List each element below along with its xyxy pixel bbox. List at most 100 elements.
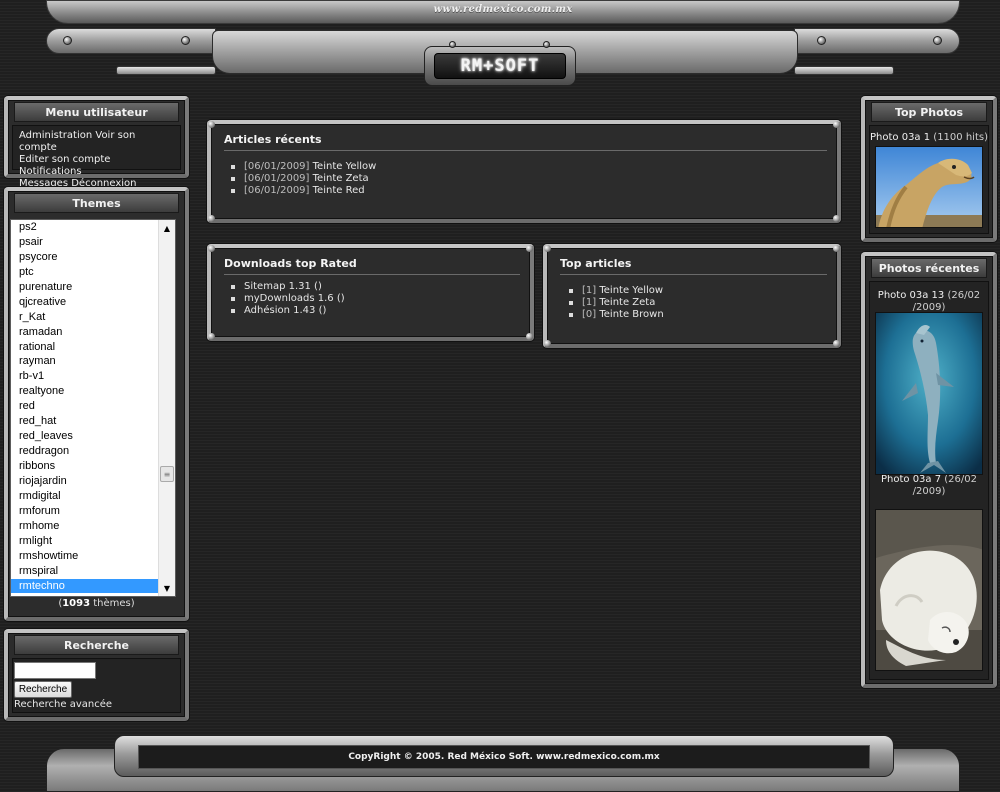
themes-select[interactable]: r_s_ps2psairpsycoreptcpurenatureqjcreati… (10, 219, 176, 597)
photo-name[interactable]: Photo 03a 1 (870, 132, 930, 143)
theme-option[interactable]: rmforum (11, 504, 160, 519)
dolphin-image (876, 313, 982, 474)
recent-photos-title: Photos récentes (871, 258, 987, 278)
theme-option[interactable]: ribbons (11, 459, 160, 474)
theme-option[interactable]: r_Kat (11, 310, 160, 325)
photo-name[interactable]: Photo 03a 13 (878, 290, 944, 301)
photo-caption[interactable]: Photo 03a 1 (1100 hits) (870, 132, 988, 144)
themes-count-value: 1093 (62, 598, 91, 609)
theme-option[interactable]: purenature (11, 280, 160, 295)
downloads-title: Downloads top Rated (224, 257, 357, 270)
camel-photo[interactable] (875, 146, 983, 228)
theme-option[interactable]: rmdigital (11, 489, 160, 504)
theme-option[interactable]: ps2 (11, 220, 160, 235)
theme-option[interactable]: psycore (11, 250, 160, 265)
themes-title: Themes (14, 193, 179, 213)
article-date: [06/01/2009] (244, 185, 310, 196)
theme-option[interactable]: red (11, 399, 160, 414)
rivet-icon (449, 41, 456, 48)
rivet-icon (544, 340, 551, 347)
user-menu-title: Menu utilisateur (14, 102, 179, 122)
menu-link-edit-account[interactable]: Editer son compte (19, 154, 110, 165)
article-date: [06/01/2009] (244, 161, 310, 172)
list-item[interactable]: Sitemap 1.31 () (231, 281, 530, 293)
photo-name[interactable]: Photo 03a 7 (881, 474, 941, 485)
list-item[interactable]: [06/01/2009] Teinte Zeta (231, 173, 837, 185)
header-url[interactable]: www.redmexico.com.mx (47, 4, 959, 15)
scroll-up-icon[interactable]: ▲ (159, 220, 175, 236)
article-link[interactable]: Teinte Brown (599, 309, 663, 320)
header-top-plate: www.redmexico.com.mx (46, 0, 960, 24)
scroll-thumb[interactable]: ≡ (160, 466, 174, 482)
list-item[interactable]: myDownloads 1.6 () (231, 293, 530, 305)
theme-option[interactable]: riojajardin (11, 474, 160, 489)
menu-link-notifications[interactable]: Notifications (19, 166, 82, 177)
top-photos-title: Top Photos (871, 102, 987, 122)
article-count: [1] (582, 297, 597, 308)
search-button[interactable]: Recherche (14, 681, 72, 698)
theme-option[interactable]: rational (11, 340, 160, 355)
menu-link-administration[interactable]: Administration (19, 130, 92, 141)
theme-option[interactable]: rb-v1 (11, 369, 160, 384)
article-link[interactable]: Teinte Yellow (313, 161, 377, 172)
photo-caption[interactable]: Photo 03a 13 (26/02 /2009) (870, 290, 988, 314)
top-articles-box: Top articles [1] Teinte Yellow [1] Teint… (543, 244, 841, 348)
theme-option[interactable]: psair (11, 235, 160, 250)
article-link[interactable]: Teinte Yellow (599, 285, 663, 296)
theme-option[interactable]: red_leaves (11, 429, 160, 444)
list-item[interactable]: [06/01/2009] Teinte Red (231, 185, 837, 197)
themes-scrollbar[interactable]: ▲ ≡ ▼ (158, 220, 175, 596)
list-item[interactable]: [1] Teinte Yellow (569, 285, 837, 297)
logo-plate[interactable]: RM+SOFT (424, 41, 576, 86)
themes-options: r_s_ps2psairpsycoreptcpurenatureqjcreati… (11, 220, 160, 594)
rivet-icon (833, 245, 840, 252)
theme-option[interactable]: rmshowtime (11, 549, 160, 564)
themes-count: (1093 thèmes) (4, 598, 189, 609)
photo-date: (26/02 (947, 290, 981, 301)
theme-option[interactable]: rmhome (11, 519, 160, 534)
theme-option[interactable]: rmtechno (11, 578, 160, 594)
rivet-icon (933, 36, 942, 45)
theme-option[interactable]: red_hat (11, 414, 160, 429)
footer-copyright: CopyRight © 2005. Red México Soft. www.r… (138, 745, 870, 769)
list-item[interactable]: Adhésion 1.43 () (231, 305, 530, 317)
photo-caption[interactable]: Photo 03a 7 (26/02 /2009) (870, 474, 988, 498)
theme-option[interactable]: reddragon (11, 444, 160, 459)
photo-date: (26/02 (944, 474, 978, 485)
top-articles-list: [1] Teinte Yellow [1] Teinte Zeta [0] Te… (547, 275, 837, 321)
dolphin-photo[interactable] (875, 312, 983, 475)
user-menu-box: Menu utilisateur Administration Voir son… (4, 96, 189, 189)
theme-option[interactable]: qjcreative (11, 295, 160, 310)
theme-option[interactable]: rayman (11, 354, 160, 369)
polar-bear-photo[interactable] (875, 509, 983, 671)
theme-option[interactable]: rmspiral (11, 564, 160, 579)
advanced-search-link[interactable]: Recherche avancée (14, 699, 112, 710)
theme-option[interactable]: realtyone (11, 384, 160, 399)
recent-articles-box: Articles récents [06/01/2009] Teinte Yel… (207, 120, 841, 223)
rivet-icon (181, 36, 190, 45)
logo[interactable]: RM+SOFT (434, 53, 566, 79)
list-item[interactable]: [06/01/2009] Teinte Yellow (231, 161, 837, 173)
rivet-icon (543, 41, 550, 48)
rivet-icon (526, 333, 533, 340)
theme-option[interactable]: rmlight (11, 534, 160, 549)
article-date: [06/01/2009] (244, 173, 310, 184)
rivet-icon (208, 245, 215, 252)
themes-count-label: thèmes) (93, 598, 135, 609)
article-link[interactable]: Teinte Zeta (313, 173, 369, 184)
rivet-icon (817, 36, 826, 45)
article-count: [0] (582, 309, 597, 320)
recent-articles-list: [06/01/2009] Teinte Yellow [06/01/2009] … (211, 151, 837, 197)
article-link[interactable]: Teinte Zeta (599, 297, 655, 308)
theme-option[interactable]: ramadan (11, 325, 160, 340)
theme-option[interactable]: ptc (11, 265, 160, 280)
rivet-icon (63, 36, 72, 45)
scroll-down-icon[interactable]: ▼ (159, 580, 175, 596)
rivet-icon (526, 245, 533, 252)
list-item[interactable]: [0] Teinte Brown (569, 309, 837, 321)
search-input[interactable] (14, 662, 96, 679)
top-articles-title: Top articles (560, 257, 632, 270)
article-link[interactable]: Teinte Red (313, 185, 365, 196)
list-item[interactable]: [1] Teinte Zeta (569, 297, 837, 309)
photo-hits: (1100 hits) (933, 132, 988, 143)
